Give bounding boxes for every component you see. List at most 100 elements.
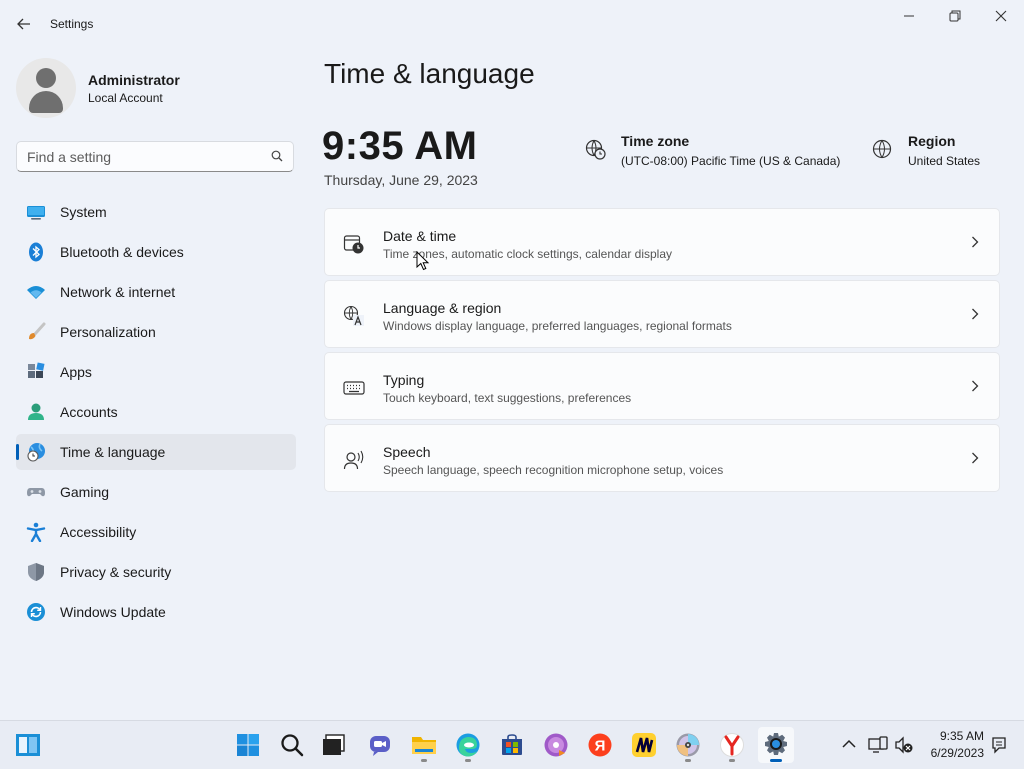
monitor-icon	[27, 206, 45, 220]
sidebar-item-apps[interactable]: Apps	[16, 354, 296, 390]
taskbar: Я 9:35 AM 6/29/2023	[0, 720, 1024, 769]
store-button[interactable]	[494, 727, 530, 763]
chevron-right-icon	[972, 308, 979, 320]
search-input[interactable]	[17, 142, 267, 171]
title-bar: Settings	[0, 0, 1024, 48]
card-title: Date & time	[383, 228, 457, 244]
chat-button[interactable]	[362, 727, 398, 763]
widgets-icon	[16, 734, 40, 756]
accessibility-icon	[26, 522, 46, 542]
search-icon[interactable]	[271, 150, 283, 162]
card-typing[interactable]: Typing Touch keyboard, text suggestions,…	[324, 352, 1000, 420]
edge-button[interactable]	[450, 727, 486, 763]
taskbar-search-button[interactable]	[274, 727, 310, 763]
restore-button[interactable]	[932, 0, 978, 32]
sidebar-item-windows-update[interactable]: Windows Update	[16, 594, 296, 630]
profile-name: Administrator	[88, 72, 180, 88]
sidebar-item-network[interactable]: Network & internet	[16, 274, 296, 310]
file-explorer-button[interactable]	[406, 727, 442, 763]
search-icon	[281, 734, 304, 757]
sidebar-item-label: Windows Update	[60, 604, 166, 620]
sidebar-item-gaming[interactable]: Gaming	[16, 474, 296, 510]
card-title: Speech	[383, 444, 431, 460]
volume-muted-icon[interactable]	[894, 736, 914, 754]
wifi-icon	[27, 286, 45, 299]
globe-icon	[872, 139, 892, 159]
display-tray-icon[interactable]	[868, 736, 888, 754]
user-profile[interactable]: Administrator Local Account	[16, 58, 286, 118]
close-icon	[995, 10, 1007, 22]
sidebar-item-bluetooth[interactable]: Bluetooth & devices	[16, 234, 296, 270]
chevron-up-icon[interactable]	[842, 739, 856, 749]
time-zone-value: (UTC-08:00) Pacific Time (US & Canada)	[621, 154, 841, 168]
sidebar-item-label: Accessibility	[60, 524, 137, 540]
file-explorer-icon	[412, 737, 436, 754]
speech-icon	[343, 450, 364, 470]
update-icon	[27, 603, 45, 621]
card-description: Windows display language, preferred lang…	[383, 319, 732, 333]
taskbar-clock-time[interactable]: 9:35 AM	[920, 729, 984, 743]
time-zone-label: Time zone	[621, 133, 690, 149]
sidebar-item-label: Accounts	[60, 404, 118, 420]
task-view-icon	[323, 734, 345, 755]
disc-icon	[676, 733, 700, 757]
gamepad-icon	[27, 488, 45, 497]
page-title: Time & language	[324, 58, 535, 89]
close-button[interactable]	[978, 0, 1024, 32]
sidebar-item-label: Personalization	[60, 324, 156, 340]
region-label: Region	[908, 133, 956, 149]
calendar-clock-icon	[343, 235, 364, 254]
card-description: Speech language, speech recognition micr…	[383, 463, 724, 477]
card-speech[interactable]: Speech Speech language, speech recogniti…	[324, 424, 1000, 492]
sidebar-item-label: System	[60, 204, 107, 220]
paintbrush-icon	[29, 322, 46, 340]
app-title: Settings	[50, 17, 94, 31]
sidebar-item-label: Gaming	[60, 484, 110, 500]
apps-icon	[28, 362, 45, 378]
sidebar-item-accounts[interactable]: Accounts	[16, 394, 296, 430]
media-app-icon	[544, 733, 568, 757]
edge-icon	[456, 733, 480, 757]
back-button[interactable]	[14, 14, 34, 34]
bluetooth-icon	[29, 242, 43, 262]
chevron-right-icon	[972, 236, 979, 248]
widgets-button[interactable]	[10, 727, 46, 763]
card-description: Touch keyboard, text suggestions, prefer…	[383, 391, 632, 405]
globe-clock-icon	[27, 443, 45, 462]
miro-button[interactable]	[626, 727, 662, 763]
minimize-button[interactable]	[886, 0, 932, 32]
yandex-browser-icon	[720, 733, 744, 757]
sidebar-item-privacy[interactable]: Privacy & security	[16, 554, 296, 590]
disc-button[interactable]	[670, 727, 706, 763]
notification-icon[interactable]	[990, 736, 1008, 754]
yandex-icon: Я	[588, 733, 612, 757]
media-app-button[interactable]	[538, 727, 574, 763]
sidebar-item-label: Network & internet	[60, 284, 176, 300]
start-button[interactable]	[230, 727, 266, 763]
minimize-icon	[904, 15, 914, 17]
current-time: 9:35 AM	[322, 124, 478, 168]
shield-icon	[28, 563, 44, 581]
sidebar-item-system[interactable]: System	[16, 194, 296, 230]
card-language-region[interactable]: Language & region Windows display langua…	[324, 280, 1000, 348]
avatar	[16, 58, 76, 118]
sidebar-item-personalization[interactable]: Personalization	[16, 314, 296, 350]
start-icon	[237, 734, 259, 756]
sidebar-item-time-language[interactable]: Time & language	[16, 434, 296, 470]
sidebar-item-label: Privacy & security	[60, 564, 172, 580]
card-title: Language & region	[383, 300, 502, 316]
settings-window: Settings Administrator Local Account Sys…	[0, 0, 1024, 720]
store-icon	[502, 734, 522, 755]
sidebar-nav: System Bluetooth & devices Network & int…	[16, 194, 296, 634]
sidebar-item-label: Time & language	[60, 444, 166, 460]
settings-app-button[interactable]	[758, 727, 794, 763]
svg-text:Я: Я	[595, 738, 606, 755]
taskbar-clock-date[interactable]: 6/29/2023	[920, 746, 984, 760]
yandex-button[interactable]: Я	[582, 727, 618, 763]
yandex-browser-button[interactable]	[714, 727, 750, 763]
region-value: United States	[908, 154, 981, 168]
language-icon	[343, 305, 364, 326]
task-view-button[interactable]	[316, 727, 352, 763]
sidebar-item-label: Apps	[60, 364, 92, 380]
sidebar-item-accessibility[interactable]: Accessibility	[16, 514, 296, 550]
